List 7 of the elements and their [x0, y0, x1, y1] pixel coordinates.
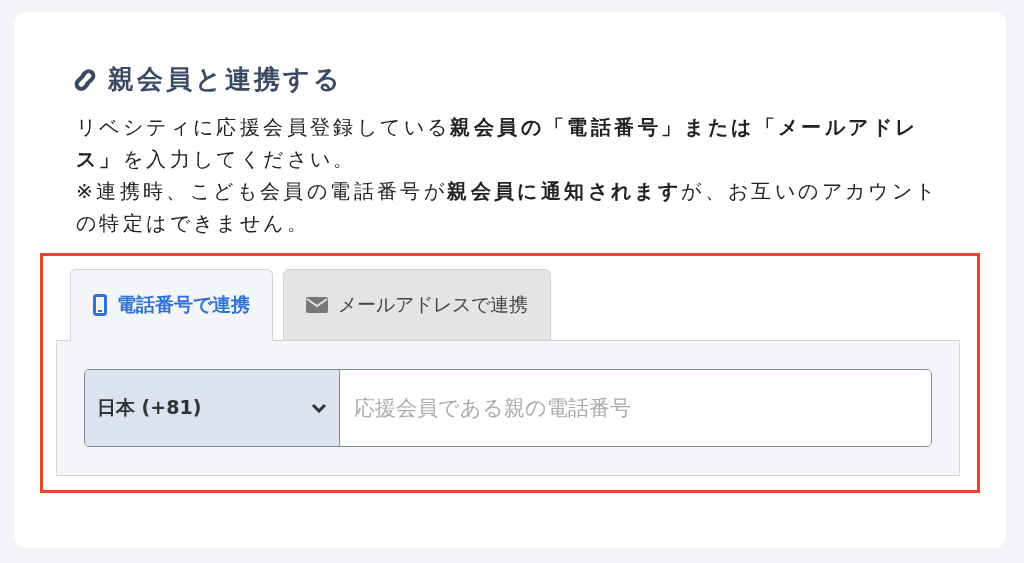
description-text: ※連携時、こども会員の電話番号が親会員に通知されますが、お互いのアカウントの特定はできません。: [76, 178, 940, 237]
mail-icon: [306, 297, 328, 313]
phone-icon: [93, 294, 107, 316]
description-text: リベシティに応援会員登録している親会員の「電話番号」または「メールアドレス」を入力してください。: [76, 114, 920, 173]
tab[interactable]: メールアドレスで連携: [283, 269, 551, 341]
section-title: 親会員と連携する: [108, 63, 343, 96]
tab[interactable]: 電話番号で連携: [70, 269, 273, 341]
